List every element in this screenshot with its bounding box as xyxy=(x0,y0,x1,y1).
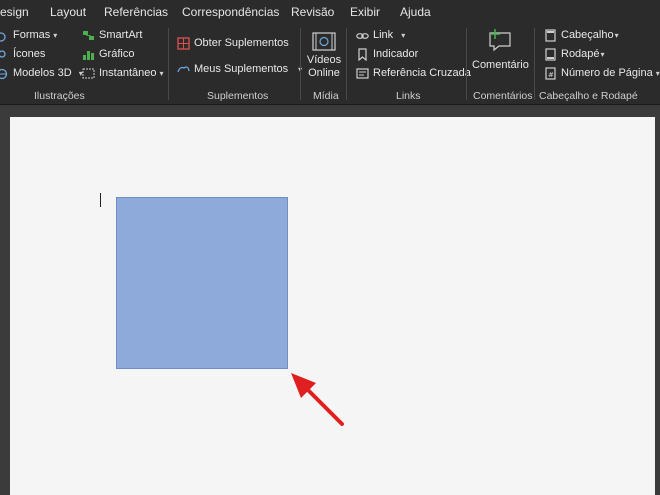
text-cursor xyxy=(100,193,101,207)
bookmark-button[interactable]: Indicador xyxy=(356,46,418,62)
footer-button[interactable]: Rodapé ▾ xyxy=(544,46,605,62)
rectangle-shape[interactable] xyxy=(116,197,288,369)
chart-button[interactable]: Gráfico xyxy=(82,46,134,62)
header-button[interactable]: Cabeçalho ▾ xyxy=(544,27,619,43)
shapes-icon xyxy=(0,29,9,42)
smartart-icon xyxy=(82,29,95,42)
chevron-down-icon: ▾ xyxy=(614,30,619,40)
footer-icon xyxy=(544,47,557,61)
link-button[interactable]: Link ▾ xyxy=(356,27,405,43)
get-addins-button[interactable]: Obter Suplementos xyxy=(177,35,289,51)
svg-text:#: # xyxy=(548,71,554,79)
tab-design[interactable]: esign xyxy=(0,5,29,19)
cross-reference-label: Referência Cruzada xyxy=(373,67,471,79)
bookmark-label: Indicador xyxy=(373,48,419,60)
get-addins-label: Obter Suplementos xyxy=(194,37,289,49)
group-label-links: Links xyxy=(396,90,421,102)
smartart-button[interactable]: SmartArt xyxy=(82,27,142,43)
3d-models-button[interactable]: Modelos 3D ▾ xyxy=(0,65,83,81)
ribbon-tabs: esign Layout Referências Correspondência… xyxy=(0,0,660,24)
tab-layout[interactable]: Layout xyxy=(50,5,86,19)
icons-button[interactable]: Ícones xyxy=(0,46,45,62)
page-number-label: Número de Página xyxy=(561,67,653,79)
group-label-comentarios: Comentários xyxy=(473,90,533,102)
chevron-down-icon: ▾ xyxy=(401,30,406,40)
chevron-down-icon: ▾ xyxy=(53,30,58,40)
chart-label: Gráfico xyxy=(99,48,135,60)
group-divider xyxy=(534,28,535,100)
chart-icon xyxy=(82,48,95,61)
tab-referencias[interactable]: Referências xyxy=(104,5,168,19)
tab-ajuda[interactable]: Ajuda xyxy=(400,5,431,19)
bookmark-icon xyxy=(356,47,369,61)
page-number-button[interactable]: # Número de Página ▾ xyxy=(544,65,660,81)
chevron-down-icon: ▾ xyxy=(159,68,164,78)
cross-reference-button[interactable]: Referência Cruzada xyxy=(356,65,471,81)
shapes-button[interactable]: Formas ▾ xyxy=(0,27,57,43)
online-video-label-line2: Online xyxy=(308,67,340,79)
tab-revisao[interactable]: Revisão xyxy=(291,5,334,19)
tab-exibir[interactable]: Exibir xyxy=(350,5,380,19)
group-label-ilustracoes: Ilustrações xyxy=(34,90,85,102)
group-divider xyxy=(300,28,301,100)
icons-icon xyxy=(0,48,9,61)
chevron-down-icon: ▾ xyxy=(655,68,660,78)
group-label-suplementos: Suplementos xyxy=(207,90,269,102)
my-addins-button[interactable]: Meus Suplementos ▾ xyxy=(177,61,302,77)
page-number-icon: # xyxy=(544,66,557,80)
comment-icon xyxy=(472,28,528,54)
tab-correspondencias[interactable]: Correspondências xyxy=(182,5,279,19)
group-divider xyxy=(466,28,467,100)
ribbon: Formas ▾ Ícones Modelos 3D ▾ SmartArt Gr… xyxy=(0,24,660,105)
group-label-midia: Mídia xyxy=(313,90,339,102)
my-addins-icon xyxy=(177,63,190,76)
online-video-label-line1: Vídeos xyxy=(306,54,342,66)
3d-models-icon xyxy=(0,67,9,80)
comment-label: Comentário xyxy=(472,59,529,71)
3d-models-label: Modelos 3D xyxy=(13,67,72,79)
document-page[interactable] xyxy=(10,117,655,495)
icons-label: Ícones xyxy=(13,48,46,60)
chevron-down-icon: ▾ xyxy=(600,49,605,59)
screenshot-icon xyxy=(82,67,95,80)
header-label: Cabeçalho xyxy=(561,29,614,41)
footer-label: Rodapé xyxy=(561,48,600,60)
store-icon xyxy=(177,36,190,50)
link-label: Link xyxy=(373,29,394,41)
link-icon xyxy=(356,29,369,42)
my-addins-label: Meus Suplementos xyxy=(194,63,289,75)
online-video-button[interactable]: Vídeos Online xyxy=(306,30,342,80)
shapes-label: Formas xyxy=(13,29,51,41)
group-label-cabecalho-rodape: Cabeçalho e Rodapé xyxy=(539,90,638,102)
group-divider xyxy=(346,28,347,100)
group-divider xyxy=(168,28,169,100)
comment-button[interactable]: Comentário xyxy=(472,28,529,72)
screenshot-label: Instantâneo xyxy=(99,67,157,79)
smartart-label: SmartArt xyxy=(99,29,143,41)
header-icon xyxy=(544,28,557,42)
cross-reference-icon xyxy=(356,67,369,80)
online-video-icon xyxy=(306,30,342,54)
screenshot-button[interactable]: Instantâneo ▾ xyxy=(82,65,164,81)
